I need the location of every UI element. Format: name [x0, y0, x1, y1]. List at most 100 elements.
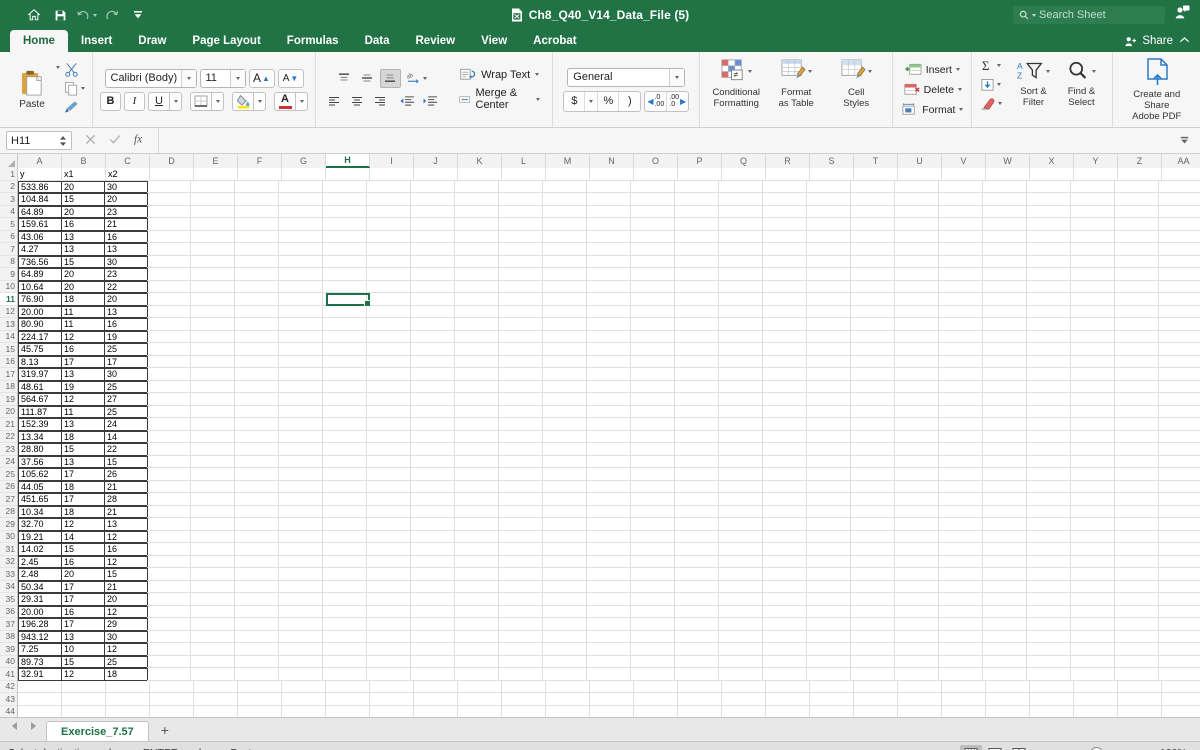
cell-O22[interactable] [631, 430, 675, 443]
cell-H27[interactable] [323, 493, 367, 506]
cell-I42[interactable] [370, 680, 414, 693]
name-box[interactable]: H11 [6, 131, 72, 150]
cell-C20[interactable]: 25 [104, 405, 148, 418]
cell-R38[interactable] [763, 630, 807, 643]
cell-E33[interactable] [191, 568, 235, 581]
cell-B14[interactable]: 12 [61, 330, 105, 343]
cell-H18[interactable] [323, 380, 367, 393]
cell-E31[interactable] [191, 543, 235, 556]
cell-P42[interactable] [678, 680, 722, 693]
cell-J38[interactable] [411, 630, 455, 643]
cell-X28[interactable] [1027, 505, 1071, 518]
cell-U26[interactable] [895, 480, 939, 493]
cell-O37[interactable] [631, 618, 675, 631]
cell-J15[interactable] [411, 343, 455, 356]
cell-X40[interactable] [1027, 655, 1071, 668]
text-orientation-icon[interactable]: ab [403, 69, 430, 88]
cell-S22[interactable] [807, 430, 851, 443]
cell-F6[interactable] [235, 230, 279, 243]
cell-Y39[interactable] [1071, 643, 1115, 656]
cell-K42[interactable] [458, 680, 502, 693]
cell-W14[interactable] [983, 330, 1027, 343]
cell-F38[interactable] [235, 630, 279, 643]
cell-S42[interactable] [810, 680, 854, 693]
spreadsheet-grid[interactable]: A B C D E F G H I J K L M N O P Q R S T U V W X Y Z AA 1 2 3 4 5 6 7 8 9 10… [0, 154, 1200, 717]
cell-V25[interactable] [939, 468, 983, 481]
cell-J25[interactable] [411, 468, 455, 481]
cell-A38[interactable]: 943.12 [18, 630, 62, 643]
cell-O9[interactable] [631, 268, 675, 281]
cell-Y7[interactable] [1071, 243, 1115, 256]
name-box-spinner-icon[interactable] [59, 135, 67, 147]
column-header-S[interactable]: S [810, 154, 854, 168]
cell-R6[interactable] [763, 230, 807, 243]
cell-H17[interactable] [323, 368, 367, 381]
cell-E8[interactable] [191, 255, 235, 268]
cell-L39[interactable] [499, 643, 543, 656]
column-header-X[interactable]: X [1030, 154, 1074, 168]
cell-G18[interactable] [279, 380, 323, 393]
cell-V27[interactable] [939, 493, 983, 506]
cell-F3[interactable] [235, 193, 279, 206]
cell-V28[interactable] [939, 505, 983, 518]
copy-button[interactable] [64, 80, 85, 98]
cell-S30[interactable] [807, 530, 851, 543]
cell-L26[interactable] [499, 480, 543, 493]
cell-P22[interactable] [675, 430, 719, 443]
cell-J26[interactable] [411, 480, 455, 493]
cell-C1[interactable]: x2 [106, 168, 150, 181]
cell-I29[interactable] [367, 518, 411, 531]
cell-R32[interactable] [763, 555, 807, 568]
cell-T3[interactable] [851, 193, 895, 206]
cell-Y11[interactable] [1071, 293, 1115, 306]
cell-F30[interactable] [235, 530, 279, 543]
row-header-23[interactable]: 23 [0, 443, 17, 456]
cell-K22[interactable] [455, 430, 499, 443]
cell-V23[interactable] [939, 443, 983, 456]
cell-A37[interactable]: 196.28 [18, 618, 62, 631]
cell-V1[interactable] [942, 168, 986, 181]
cell-L30[interactable] [499, 530, 543, 543]
cell-B9[interactable]: 20 [61, 268, 105, 281]
cell-E38[interactable] [191, 630, 235, 643]
cell-U33[interactable] [895, 568, 939, 581]
cell-K26[interactable] [455, 480, 499, 493]
cell-B32[interactable]: 16 [61, 555, 105, 568]
cell-Q38[interactable] [719, 630, 763, 643]
format-cells-button[interactable]: Format [901, 100, 964, 119]
cell-O4[interactable] [631, 205, 675, 218]
cell-O30[interactable] [631, 530, 675, 543]
cell-F26[interactable] [235, 480, 279, 493]
cell-P10[interactable] [675, 280, 719, 293]
cell-U12[interactable] [895, 305, 939, 318]
cell-U10[interactable] [895, 280, 939, 293]
cell-Z26[interactable] [1115, 480, 1159, 493]
cell-K27[interactable] [455, 493, 499, 506]
cell-S25[interactable] [807, 468, 851, 481]
cell-O2[interactable] [631, 180, 675, 193]
tab-review[interactable]: Review [403, 30, 469, 52]
align-top-icon[interactable] [334, 69, 355, 88]
cell-B23[interactable]: 15 [61, 443, 105, 456]
cell-D13[interactable] [147, 318, 191, 331]
cell-M28[interactable] [543, 505, 587, 518]
cell-Q20[interactable] [719, 405, 763, 418]
cell-J20[interactable] [411, 405, 455, 418]
cell-W43[interactable] [986, 693, 1030, 706]
cell-Q29[interactable] [719, 518, 763, 531]
formula-input[interactable] [158, 128, 1179, 153]
cell-J14[interactable] [411, 330, 455, 343]
cell-V29[interactable] [939, 518, 983, 531]
column-header-M[interactable]: M [546, 154, 590, 168]
cell-Y27[interactable] [1071, 493, 1115, 506]
cell-E11[interactable] [191, 293, 235, 306]
cell-Y21[interactable] [1071, 418, 1115, 431]
format-painter-button[interactable] [64, 99, 85, 117]
row-header-11[interactable]: 11 [0, 293, 17, 306]
chevron-up-icon[interactable] [1179, 35, 1190, 47]
cell-X26[interactable] [1027, 480, 1071, 493]
cell-V20[interactable] [939, 405, 983, 418]
cell-L25[interactable] [499, 468, 543, 481]
column-header-T[interactable]: T [854, 154, 898, 168]
cell-R19[interactable] [763, 393, 807, 406]
